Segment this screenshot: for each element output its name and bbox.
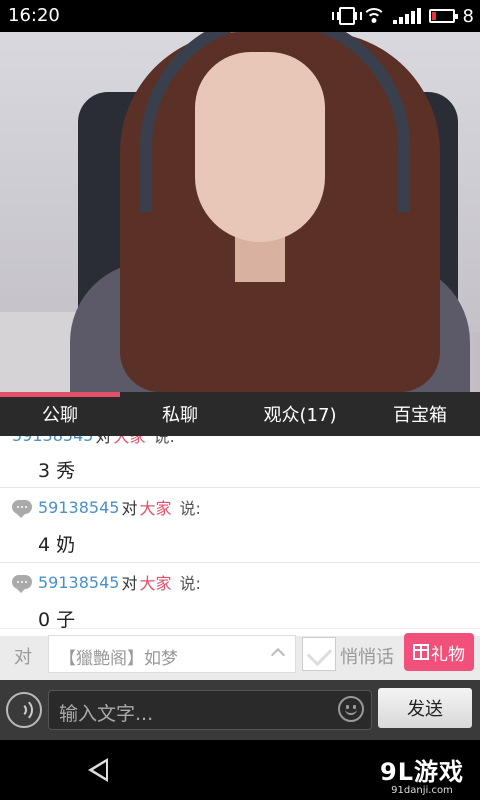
voice-icon[interactable] <box>6 692 42 728</box>
status-bar: 16:20 8 <box>0 0 480 32</box>
sender-link[interactable]: 59138545 <box>12 436 93 445</box>
target-link[interactable]: 大家 <box>113 436 145 447</box>
says-label: 说: <box>153 436 175 446</box>
target-select[interactable]: 【獵艶阁】如梦 <box>48 635 296 673</box>
battery-level: 8 <box>462 5 474 27</box>
chevron-up-icon <box>270 647 286 663</box>
to-label: 对 <box>121 499 138 518</box>
message-input-placeholder: 输入文字... <box>59 703 154 725</box>
message-text: 4 奶 <box>38 534 76 556</box>
watermark: 9L游戏 91danji.com <box>380 752 464 796</box>
emoji-icon[interactable] <box>338 696 364 722</box>
to-label: 对 <box>95 436 112 446</box>
message-header: 59138545 对 大家 说: <box>12 496 201 518</box>
gift-icon <box>413 644 429 660</box>
says-label: 说: <box>179 574 201 593</box>
chat-list[interactable]: 59138545 对 大家 说: 3 秀 59138545 对 大家 说: 4 … <box>0 436 480 636</box>
tab-public-chat[interactable]: 公聊 <box>0 392 120 436</box>
sender-link[interactable]: 59138545 <box>38 573 119 592</box>
back-icon[interactable] <box>88 758 108 782</box>
whisper-label[interactable]: 悄悄话 <box>340 643 394 669</box>
whisper-checkbox[interactable] <box>302 637 336 671</box>
message-header: 59138545 对 大家 说: <box>12 436 175 446</box>
gift-label: 礼物 <box>431 644 465 665</box>
gift-button[interactable]: 礼物 <box>404 633 474 671</box>
watermark-url: 91danji.com <box>391 785 453 796</box>
input-bar: 输入文字... 发送 <box>0 680 480 740</box>
target-link[interactable]: 大家 <box>139 570 171 594</box>
chat-tabs: 公聊 私聊 观众(17) 百宝箱 <box>0 392 480 436</box>
says-label: 说: <box>179 499 201 518</box>
sender-link[interactable]: 59138545 <box>38 498 119 517</box>
target-link[interactable]: 大家 <box>139 495 171 519</box>
message-input[interactable]: 输入文字... <box>48 690 372 730</box>
chat-target-bar: 对 【獵艶阁】如梦 悄悄话 礼物 <box>0 628 480 680</box>
chat-bubble-icon <box>12 575 32 593</box>
to-label: 对 <box>14 647 32 668</box>
chat-bubble-icon <box>12 500 32 518</box>
battery-icon <box>428 9 458 23</box>
signal-icon <box>392 8 421 24</box>
tab-audience[interactable]: 观众(17) <box>240 392 360 436</box>
tab-private-chat[interactable]: 私聊 <box>120 392 240 436</box>
navigation-bar: 9L游戏 91danji.com <box>0 740 480 800</box>
message-text: 3 秀 <box>38 460 76 482</box>
chat-message: 59138545 对 大家 说: 4 奶 <box>0 488 480 563</box>
chat-message: 59138545 对 大家 说: 0 子 <box>0 563 480 636</box>
clock: 16:20 <box>8 5 60 26</box>
tab-treasure-box[interactable]: 百宝箱 <box>360 392 480 436</box>
target-select-value: 【獵艶阁】如梦 <box>59 649 178 669</box>
send-button[interactable]: 发送 <box>378 688 472 728</box>
to-label: 对 <box>121 574 138 593</box>
message-header: 59138545 对 大家 说: <box>12 571 201 593</box>
live-video[interactable] <box>0 32 480 392</box>
watermark-brand: 9L游戏 <box>380 758 464 786</box>
vibrate-icon <box>331 7 362 25</box>
chat-message: 59138545 对 大家 说: 3 秀 <box>0 436 480 488</box>
wifi-icon <box>362 7 385 25</box>
